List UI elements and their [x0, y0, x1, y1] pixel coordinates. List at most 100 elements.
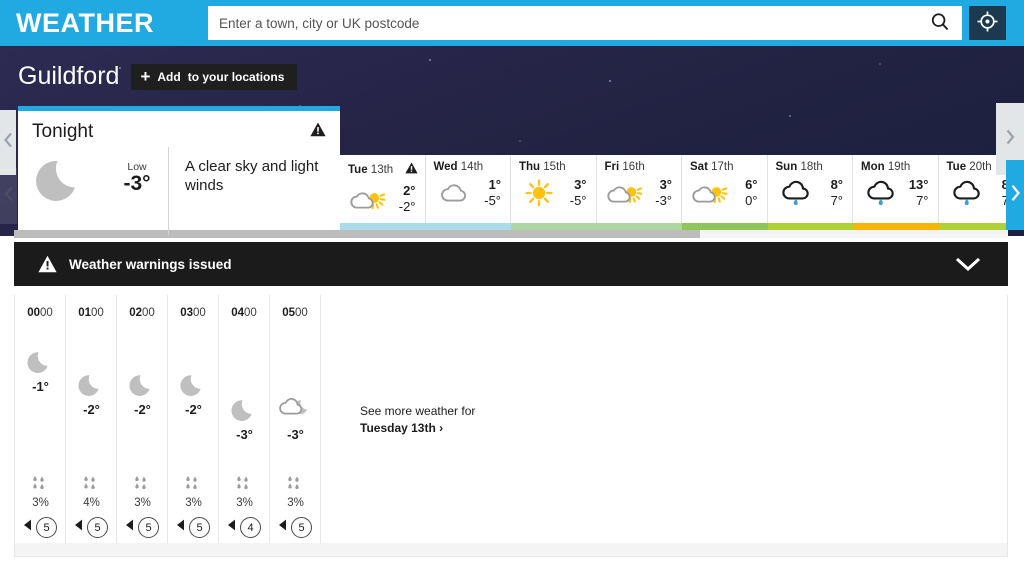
hour-precip-value: 3%: [32, 497, 49, 509]
sun-icon: [519, 176, 559, 210]
day-main: 3° -3°: [605, 176, 675, 210]
location-row: Guildford + Add to your locations: [18, 62, 298, 91]
hour-precip-value: 3%: [236, 497, 253, 509]
wind-arrow-icon: [177, 518, 188, 537]
hour-time: 0400: [231, 307, 257, 319]
day-forecast-tile[interactable]: Wed 14th 1° -5°: [425, 155, 511, 223]
day-forecast-tile[interactable]: Thu 15th 3° -5°: [511, 155, 597, 223]
day-low: -5°: [569, 193, 587, 208]
tonight-card[interactable]: Tonight Low -3° A clear sky and light wi…: [18, 106, 340, 235]
hour-forecast-column[interactable]: 0300 -2° 3% 5: [168, 295, 219, 543]
hour-forecast-column[interactable]: 0000 -1° 3% 5: [15, 295, 66, 543]
weather-warnings-bar[interactable]: Weather warnings issued: [14, 242, 1008, 286]
search-input[interactable]: [208, 7, 918, 39]
hourly-bottom-strip: [15, 543, 1007, 556]
brand-logo[interactable]: WEATHER: [16, 8, 154, 39]
weather-warnings-label: Weather warnings issued: [69, 256, 232, 272]
day-header: Sat 17th: [690, 161, 760, 173]
hour-time: 0000: [27, 307, 53, 319]
day-main: 13° 7°: [861, 176, 931, 210]
wind-arrow-icon: [75, 518, 86, 537]
hour-temperature: -2°: [83, 402, 100, 417]
add-to-locations-button[interactable]: + Add to your locations: [131, 63, 298, 90]
hourly-columns[interactable]: 0000 -1° 3% 5 0100 -2° 4% 5 0200 -2° 3% …: [15, 295, 1007, 543]
day-temperature-bar: [682, 223, 768, 230]
tonight-body: Low -3° A clear sky and light winds: [18, 143, 340, 235]
hourly-prev-button[interactable]: [0, 110, 16, 175]
rain-drops-icon: [234, 476, 256, 495]
day-temperature-bar: [853, 223, 939, 230]
daily-forecast-strip[interactable]: Tue 13th 2° -2° Wed 14th 1° -5° Thu 15th…: [340, 155, 1024, 223]
hour-forecast-column[interactable]: 0500 -3° 3% 5: [270, 295, 321, 543]
chevron-left-icon: [3, 132, 13, 153]
day-main: 2° -2°: [348, 182, 418, 216]
hour-temperature: -2°: [185, 402, 202, 417]
rain-drops-icon: [30, 476, 52, 495]
hour-wind: 5: [15, 517, 66, 538]
rain-drops-icon: [132, 476, 154, 495]
search-button[interactable]: [918, 6, 962, 40]
hour-wind: 5: [270, 517, 321, 538]
see-more-line1: See more weather for: [360, 404, 476, 418]
day-temperatures: 3° -3°: [655, 177, 674, 210]
moon-behind-cloud-icon: [270, 395, 321, 420]
hour-precip-value: 3%: [287, 497, 304, 509]
day-forecast-tile[interactable]: Fri 16th 3° -3°: [596, 155, 682, 223]
crosshair-location-icon: [976, 10, 999, 36]
hour-precipitation: 4%: [66, 475, 117, 509]
hour-forecast-column[interactable]: 0400 -3° 3% 4: [219, 295, 270, 543]
wind-arrow-icon: [279, 518, 290, 537]
search-bar: [208, 6, 962, 40]
day-low: -2°: [398, 199, 416, 214]
day-header: Tue 13th: [348, 161, 418, 179]
day-temperature-bar: [767, 223, 853, 230]
day-forecast-tile[interactable]: Mon 19th 13° 7°: [853, 155, 939, 223]
day-high: 8°: [830, 176, 843, 192]
see-more-line2: Tuesday 13th: [360, 421, 436, 436]
hour-precipitation: 3%: [15, 475, 66, 509]
rain-drops-icon: [183, 476, 205, 495]
hour-forecast-column[interactable]: 0100 -2° 4% 5: [66, 295, 117, 543]
day-main: 3° -5°: [519, 176, 589, 210]
page-title: Guildford: [18, 62, 120, 90]
use-my-location-button[interactable]: [969, 6, 1006, 40]
day-label: Sat 17th: [690, 161, 734, 173]
day-main: 6° 0°: [690, 176, 760, 210]
warning-triangle-icon[interactable]: [310, 122, 326, 142]
warning-triangle-icon[interactable]: [404, 161, 418, 179]
hourly-forecast-panel: 0000 -1° 3% 5 0100 -2° 4% 5 0200 -2° 3% …: [14, 295, 1008, 557]
day-label: Wed 14th: [433, 161, 484, 173]
wind-arrow-icon: [24, 518, 35, 537]
day-forecast-tile[interactable]: Sun 18th 8° 7°: [767, 155, 853, 223]
day-label: Tue 13th: [348, 164, 394, 176]
day-forecast-tile[interactable]: Tue 13th 2° -2°: [340, 155, 426, 223]
day-forecast-tile[interactable]: Sat 17th 6° 0°: [682, 155, 768, 223]
day-label: Sun 18th: [775, 161, 823, 173]
day-temperatures: 13° 7°: [909, 177, 931, 210]
hour-wind: 5: [66, 517, 117, 538]
day-header: Sun 18th: [776, 161, 846, 173]
day-high: 6°: [745, 176, 758, 192]
day-high: 3°: [574, 176, 587, 192]
add-label-bold: Add: [157, 69, 181, 84]
chevron-right-icon: [1005, 129, 1015, 150]
day-low: 7°: [830, 193, 843, 208]
chevron-down-icon[interactable]: [954, 256, 982, 272]
add-label-rest: to your locations: [187, 69, 285, 84]
hour-forecast-column[interactable]: 0200 -2° 3% 5: [117, 295, 168, 543]
day-label: Fri 16th: [604, 161, 645, 173]
day-high: 1°: [488, 176, 501, 192]
see-more-weather-link[interactable]: See more weather for Tuesday 13th ›: [360, 403, 475, 438]
chevron-left-icon: [4, 186, 14, 207]
hour-precipitation: 3%: [219, 475, 270, 509]
hour-wind: 5: [168, 517, 219, 538]
daily-prev-button[interactable]: [0, 168, 17, 224]
rain-cloud-icon: [947, 176, 987, 210]
hour-wind-speed: 5: [87, 517, 108, 538]
cloud-icon: [434, 176, 474, 210]
day-temperatures: 1° -5°: [484, 177, 503, 210]
day-label: Mon 19th: [861, 161, 911, 173]
daily-next-button[interactable]: [1006, 160, 1024, 230]
tonight-description: A clear sky and light winds: [168, 147, 340, 235]
day-header: Mon 19th: [861, 161, 931, 173]
